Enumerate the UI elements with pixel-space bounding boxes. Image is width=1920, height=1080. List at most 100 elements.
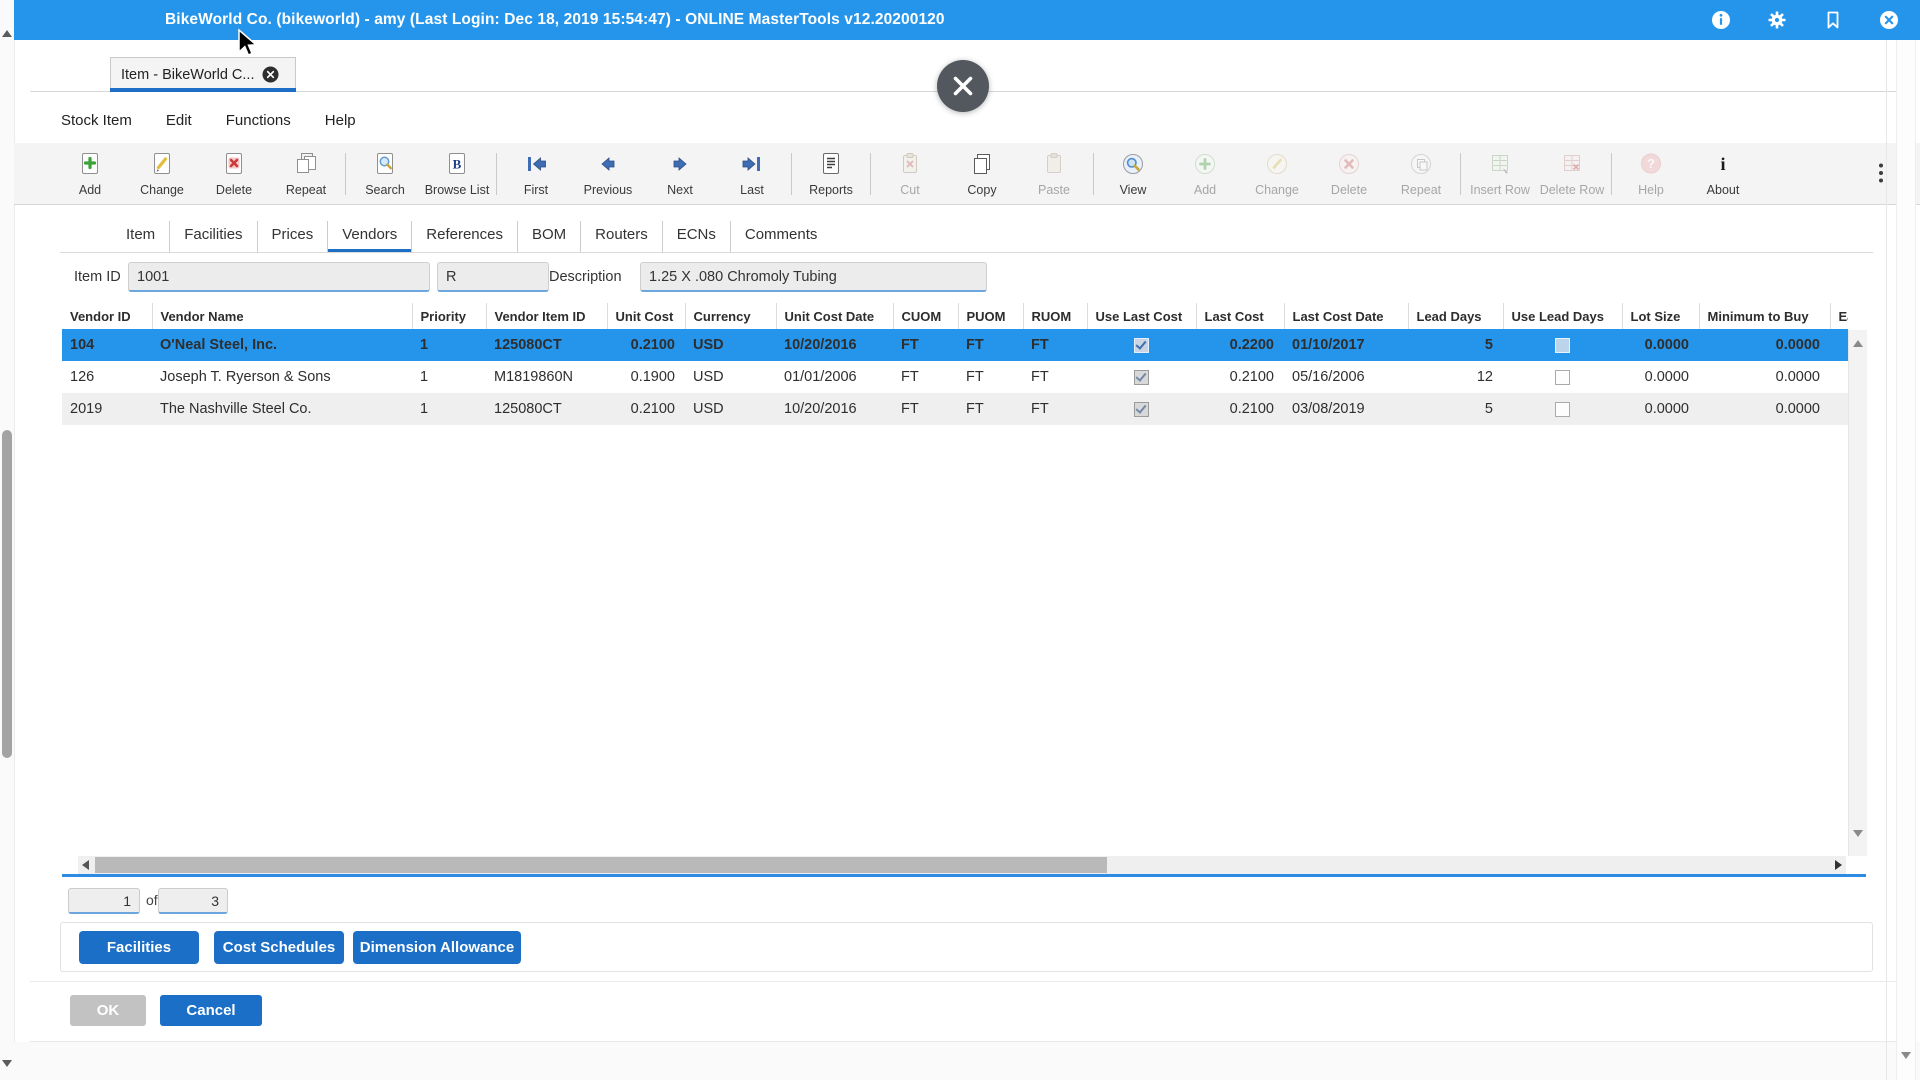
toolbar-reports-button[interactable]: Reports <box>795 151 867 197</box>
col-header-use-last-cost[interactable]: Use Last Cost <box>1087 303 1196 329</box>
use-last-cost-checkbox[interactable] <box>1134 402 1149 417</box>
toolbar-first-button[interactable]: First <box>500 151 572 197</box>
subtab-references[interactable]: References <box>412 221 518 252</box>
col-header-ea[interactable]: Ea <box>1830 303 1848 329</box>
toolbar-view-button[interactable]: View <box>1097 151 1169 197</box>
settings-gear-icon[interactable] <box>1766 9 1788 31</box>
more-options-kebab-icon[interactable] <box>1868 150 1894 198</box>
col-header-currency[interactable]: Currency <box>685 303 776 329</box>
tab-item-bikeworld[interactable]: Item - BikeWorld C... <box>110 57 296 91</box>
dimension-allowance-button[interactable]: Dimension Allowance <box>353 931 521 964</box>
vendor-row-126[interactable]: 126 Joseph T. Ryerson & Sons 1 M1819860N… <box>62 361 1848 393</box>
col-header-lot-size[interactable]: Lot Size <box>1622 303 1699 329</box>
menu-help[interactable]: Help <box>324 110 357 131</box>
col-header-priority[interactable]: Priority <box>412 303 486 329</box>
col-header-vendor-id[interactable]: Vendor ID <box>62 303 152 329</box>
close-icon[interactable] <box>1878 9 1900 31</box>
scroll-down-arrow-icon[interactable] <box>1901 1052 1911 1059</box>
col-header-unit-cost[interactable]: Unit Cost <box>607 303 685 329</box>
scrollbar-thumb[interactable] <box>2 430 12 758</box>
tab-close-icon[interactable] <box>262 66 279 83</box>
scroll-right-arrow-icon[interactable] <box>1835 860 1842 870</box>
subtab-bom[interactable]: BOM <box>518 221 581 252</box>
subtab-vendors[interactable]: Vendors <box>328 221 412 252</box>
col-header-ruom[interactable]: RUOM <box>1023 303 1087 329</box>
use-last-cost-checkbox[interactable] <box>1134 370 1149 385</box>
toolbar-next-button[interactable]: Next <box>644 151 716 197</box>
grid-vertical-scrollbar[interactable] <box>1848 330 1867 856</box>
subtab-item[interactable]: Item <box>112 221 170 252</box>
toolbar-row-add-button[interactable]: Add <box>1169 151 1241 197</box>
page-vertical-scrollbar-right[interactable] <box>1896 40 1916 1080</box>
cancel-button[interactable]: Cancel <box>160 995 262 1026</box>
use-last-cost-checkbox[interactable] <box>1134 338 1149 353</box>
grid-horizontal-scrollbar[interactable] <box>78 856 1846 874</box>
toolbar-row-repeat-button[interactable]: Repeat <box>1385 151 1457 197</box>
toolbar-browse-list-button[interactable]: BBrowse List <box>421 151 493 197</box>
scroll-up-arrow-icon[interactable] <box>2 30 12 37</box>
scroll-left-arrow-icon[interactable] <box>82 860 89 870</box>
cost-schedules-button[interactable]: Cost Schedules <box>214 931 344 964</box>
menu-functions[interactable]: Functions <box>225 110 292 131</box>
cell-last-cost: 0.2200 <box>1196 329 1284 361</box>
subtab-comments[interactable]: Comments <box>731 221 832 252</box>
bookmark-icon[interactable] <box>1822 9 1844 31</box>
cell-lead-days: 12 <box>1408 361 1503 393</box>
toolbar-delete-row-button[interactable]: Delete Row <box>1536 151 1608 197</box>
revision-field[interactable] <box>437 262 549 292</box>
toolbar-last-button[interactable]: Last <box>716 151 788 197</box>
col-header-cuom[interactable]: CUOM <box>893 303 958 329</box>
toolbar-paste-button[interactable]: Paste <box>1018 151 1090 197</box>
description-field[interactable] <box>640 262 987 292</box>
total-pages-field[interactable] <box>158 888 228 914</box>
toolbar-previous-button[interactable]: Previous <box>572 151 644 197</box>
facilities-button[interactable]: Facilities <box>79 931 199 964</box>
subtab-routers[interactable]: Routers <box>581 221 663 252</box>
col-header-minimum-to-buy[interactable]: Minimum to Buy <box>1699 303 1830 329</box>
toolbar-about-button[interactable]: iAbout <box>1687 151 1759 197</box>
col-header-vendor-item-id[interactable]: Vendor Item ID <box>486 303 607 329</box>
scrollbar-thumb[interactable] <box>95 857 1107 873</box>
toolbar-copy-button[interactable]: Copy <box>946 151 1018 197</box>
toolbar-insert-row-button[interactable]: Insert Row <box>1464 151 1536 197</box>
menu-edit[interactable]: Edit <box>165 110 193 131</box>
use-lead-days-checkbox[interactable] <box>1555 338 1570 353</box>
toolbar-search-button[interactable]: Search <box>349 151 421 197</box>
toolbar-separator <box>1460 153 1461 195</box>
toolbar-cut-button[interactable]: Cut <box>874 151 946 197</box>
scroll-down-arrow-icon[interactable] <box>1853 830 1863 837</box>
scroll-down-arrow-icon[interactable] <box>2 1060 12 1067</box>
page-vertical-scrollbar-left[interactable] <box>0 0 15 1080</box>
toolbar-change-button[interactable]: Change <box>126 151 198 197</box>
menu-stock-item[interactable]: Stock Item <box>60 110 133 131</box>
vendor-row-104[interactable]: 104 O'Neal Steel, Inc. 1 125080CT 0.2100… <box>62 329 1848 361</box>
subtab-prices[interactable]: Prices <box>258 221 329 252</box>
subtab-ecns[interactable]: ECNs <box>663 221 731 252</box>
toolbar-delete-button[interactable]: Delete <box>198 151 270 197</box>
cell-puom: FT <box>958 361 1023 393</box>
toolbar-item-label: Repeat <box>1401 183 1441 197</box>
col-header-last-cost-date[interactable]: Last Cost Date <box>1284 303 1408 329</box>
info-icon[interactable] <box>1710 9 1732 31</box>
col-header-lead-days[interactable]: Lead Days <box>1408 303 1503 329</box>
use-lead-days-checkbox[interactable] <box>1555 370 1570 385</box>
item-id-field[interactable] <box>128 262 430 292</box>
vendor-row-2019[interactable]: 2019 The Nashville Steel Co. 1 125080CT … <box>62 393 1848 425</box>
toolbar-add-button[interactable]: Add <box>54 151 126 197</box>
dialog-close-button[interactable] <box>935 58 991 114</box>
col-header-vendor-name[interactable]: Vendor Name <box>152 303 412 329</box>
current-page-field[interactable] <box>68 888 140 914</box>
col-header-use-lead-days[interactable]: Use Lead Days <box>1503 303 1622 329</box>
toolbar-repeat-button[interactable]: Repeat <box>270 151 342 197</box>
use-lead-days-checkbox[interactable] <box>1555 402 1570 417</box>
subtab-facilities[interactable]: Facilities <box>170 221 257 252</box>
toolbar-help-button[interactable]: ?Help <box>1615 151 1687 197</box>
col-header-unit-cost-date[interactable]: Unit Cost Date <box>776 303 893 329</box>
col-header-puom[interactable]: PUOM <box>958 303 1023 329</box>
scroll-up-arrow-icon[interactable] <box>1853 340 1863 347</box>
ok-button[interactable]: OK <box>70 995 146 1026</box>
delete-row-icon <box>1559 151 1585 182</box>
toolbar-row-change-button[interactable]: Change <box>1241 151 1313 197</box>
toolbar-row-delete-button[interactable]: Delete <box>1313 151 1385 197</box>
col-header-last-cost[interactable]: Last Cost <box>1196 303 1284 329</box>
